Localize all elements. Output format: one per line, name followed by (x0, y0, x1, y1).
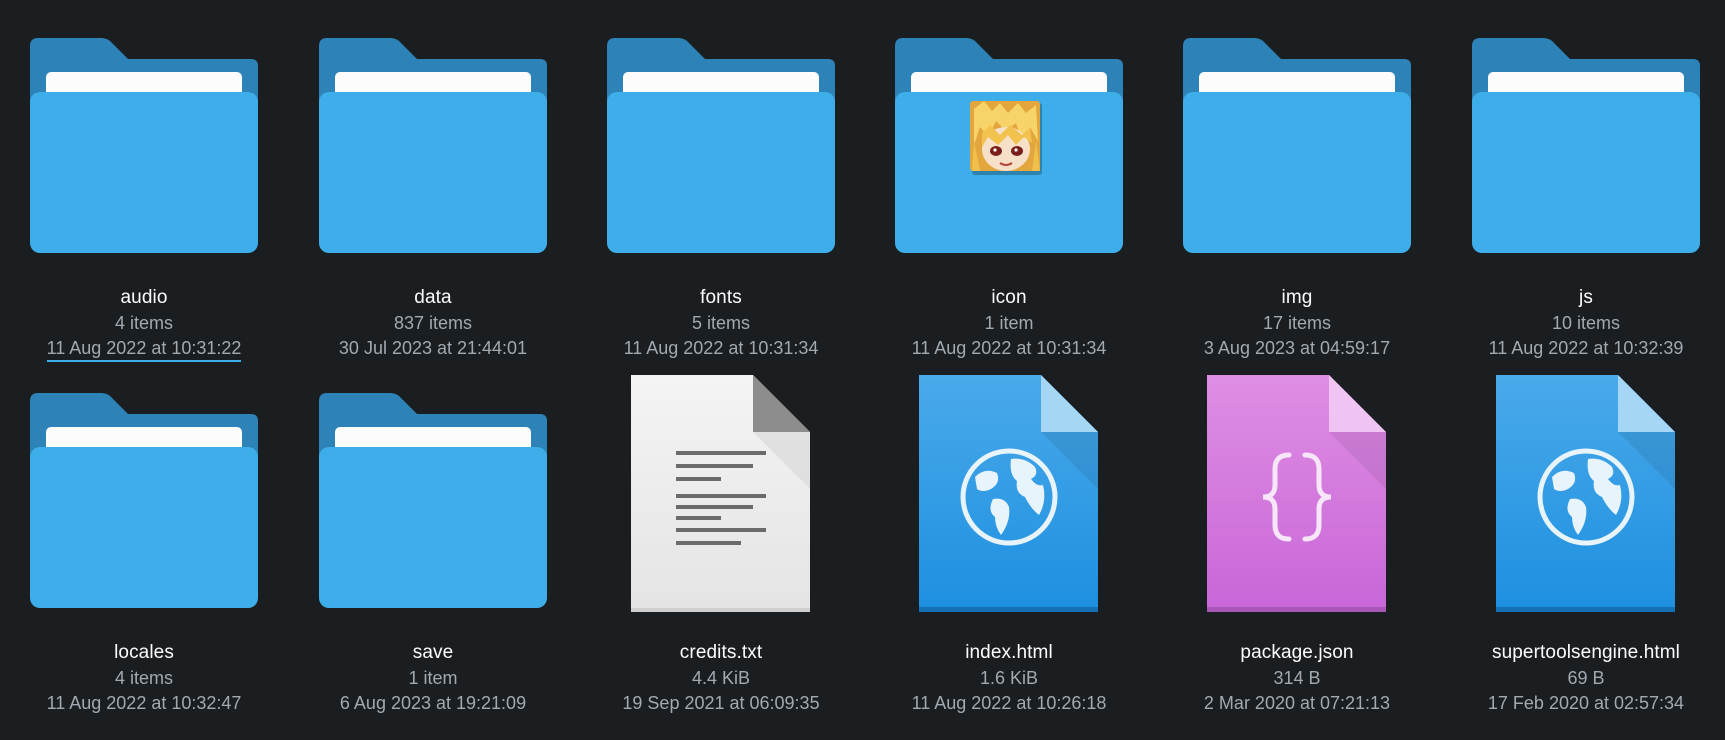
item-count: 5 items (691, 313, 751, 333)
file-grid: audio 4 items 11 Aug 2022 at 10:31:22 da… (0, 0, 1725, 740)
file-name: audio (120, 287, 168, 308)
file-name: icon (991, 287, 1027, 308)
item-count: 4 items (114, 668, 174, 688)
item-count: 837 items (393, 313, 473, 333)
file-item-index-html[interactable]: index.html 1.6 KiB 11 Aug 2022 at 10:26:… (865, 369, 1153, 713)
item-count: 1 item (984, 313, 1034, 333)
html-file-icon (1442, 369, 1725, 634)
folder-icon (289, 14, 577, 279)
file-name: data (414, 287, 452, 308)
item-count: 4 items (114, 313, 174, 333)
modified-date: 11 Aug 2022 at 10:32:39 (1488, 338, 1684, 358)
modified-date: 6 Aug 2023 at 19:21:09 (339, 693, 527, 713)
folder-icon (0, 14, 288, 279)
file-size: 69 B (1567, 668, 1605, 688)
anime-character-preview-icon (970, 101, 1042, 175)
modified-date: 2 Mar 2020 at 07:21:13 (1203, 693, 1391, 713)
file-item-locales[interactable]: locales 4 items 11 Aug 2022 at 10:32:47 (0, 369, 288, 713)
modified-date: 11 Aug 2022 at 10:26:18 (911, 693, 1107, 713)
file-name: credits.txt (679, 642, 763, 663)
file-name: locales (114, 642, 174, 663)
modified-date: 11 Aug 2022 at 10:31:34 (911, 338, 1107, 358)
modified-date: 11 Aug 2022 at 10:31:34 (623, 338, 819, 358)
modified-date: 11 Aug 2022 at 10:31:22 (46, 337, 242, 362)
item-count: 10 items (1551, 313, 1621, 333)
file-item-data[interactable]: data 837 items 30 Jul 2023 at 21:44:01 (289, 14, 577, 358)
file-item-credits-txt[interactable]: credits.txt 4.4 KiB 19 Sep 2021 at 06:09… (577, 369, 865, 713)
folder-icon (0, 369, 288, 634)
html-file-icon (865, 369, 1153, 634)
text-file-icon (577, 369, 865, 634)
file-item-save[interactable]: save 1 item 6 Aug 2023 at 19:21:09 (289, 369, 577, 713)
file-name: img (1281, 287, 1313, 308)
file-item-fonts[interactable]: fonts 5 items 11 Aug 2022 at 10:31:34 (577, 14, 865, 358)
file-item-package-json[interactable]: package.json 314 B 2 Mar 2020 at 07:21:1… (1153, 369, 1441, 713)
file-item-img[interactable]: img 17 items 3 Aug 2023 at 04:59:17 (1153, 14, 1441, 358)
file-item-icon[interactable]: icon 1 item 11 Aug 2022 at 10:31:34 (865, 14, 1153, 358)
modified-date: 3 Aug 2023 at 04:59:17 (1203, 338, 1391, 358)
modified-date: 30 Jul 2023 at 21:44:01 (338, 338, 528, 358)
file-size: 314 B (1273, 668, 1321, 688)
file-item-js[interactable]: js 10 items 11 Aug 2022 at 10:32:39 (1442, 14, 1725, 358)
file-name: js (1579, 287, 1593, 308)
file-name: fonts (700, 287, 742, 308)
folder-icon (1442, 14, 1725, 279)
file-name: supertoolsengine.html (1492, 642, 1680, 663)
file-item-supertoolsengine-html[interactable]: supertoolsengine.html 69 B 17 Feb 2020 a… (1442, 369, 1725, 713)
json-file-icon (1153, 369, 1441, 634)
file-name: package.json (1240, 642, 1354, 663)
file-name: save (412, 642, 454, 663)
folder-icon (577, 14, 865, 279)
file-name: index.html (965, 642, 1053, 663)
folder-icon (289, 369, 577, 634)
modified-date: 17 Feb 2020 at 02:57:34 (1487, 693, 1685, 713)
file-size: 1.6 KiB (979, 668, 1039, 688)
item-count: 17 items (1262, 313, 1332, 333)
modified-date: 19 Sep 2021 at 06:09:35 (622, 693, 820, 713)
file-item-audio[interactable]: audio 4 items 11 Aug 2022 at 10:31:22 (0, 14, 288, 362)
folder-icon (1153, 14, 1441, 279)
file-size: 4.4 KiB (691, 668, 751, 688)
modified-date: 11 Aug 2022 at 10:32:47 (46, 693, 242, 713)
item-count: 1 item (408, 668, 458, 688)
